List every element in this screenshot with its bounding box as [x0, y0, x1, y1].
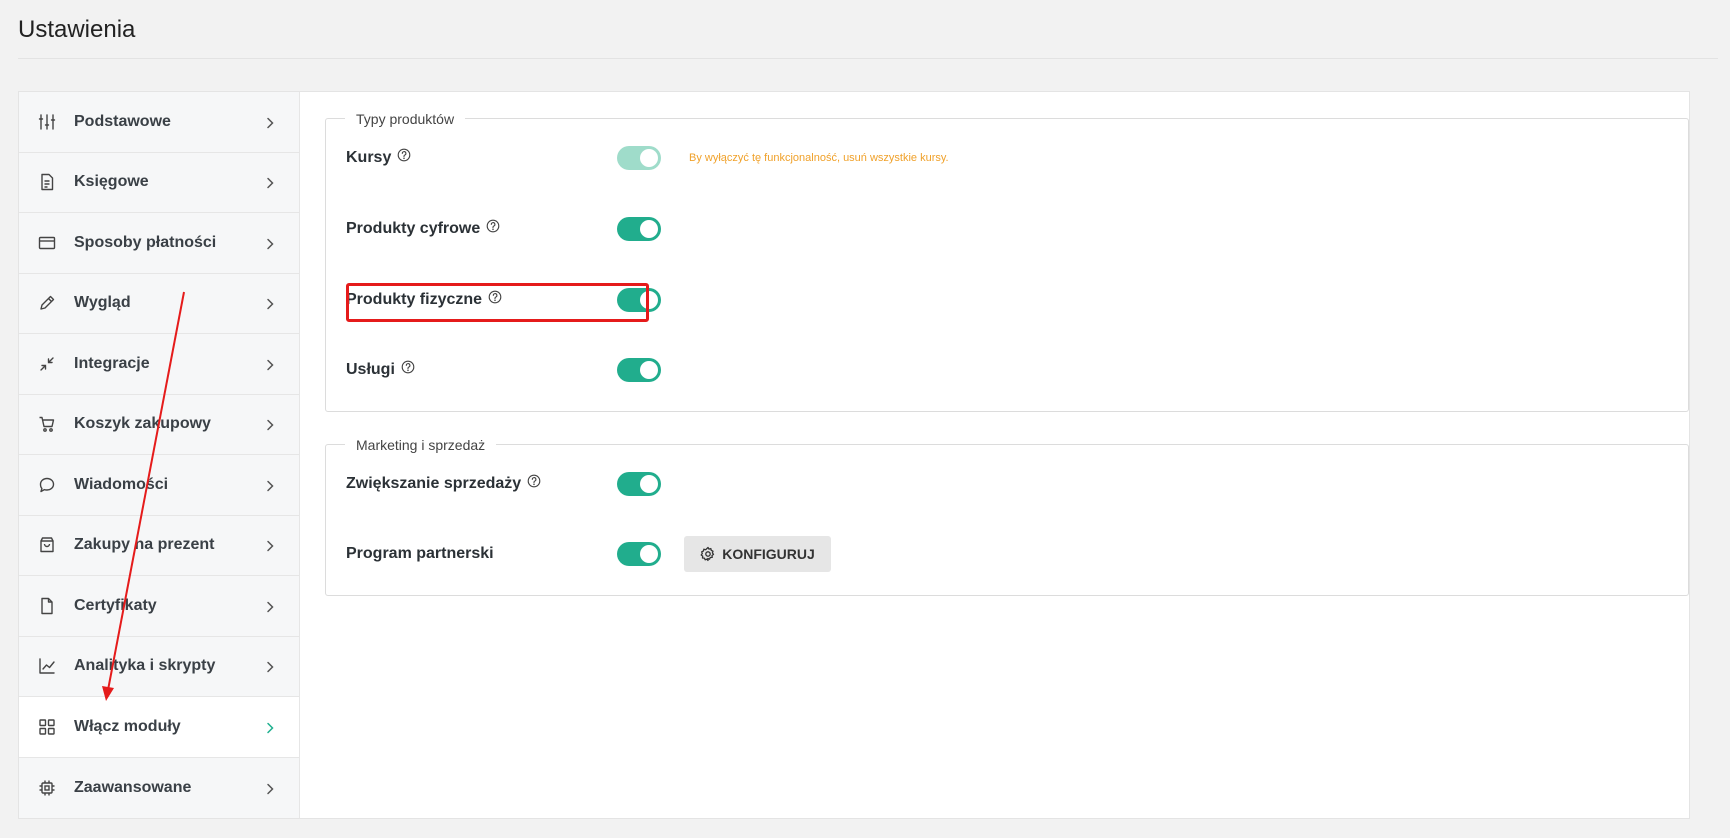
- configure-button-label: KONFIGURUJ: [722, 546, 815, 562]
- sidebar-item-wlacz-moduly[interactable]: Włącz moduły: [19, 697, 299, 758]
- section-legend: Marketing i sprzedaż: [345, 437, 497, 453]
- sidebar-item-analityka-i-skrypty[interactable]: Analityka i skrypty: [19, 636, 299, 697]
- settings-sidebar: Podstawowe Księgowe Sposoby płatności Wy…: [19, 92, 300, 818]
- sidebar-item-certyfikaty[interactable]: Certyfikaty: [19, 576, 299, 637]
- section-marketing: Marketing i sprzedaż Zwiększanie sprzeda…: [325, 437, 1689, 596]
- sidebar-item-zaawansowane[interactable]: Zaawansowane: [19, 757, 299, 818]
- toggle-kursy[interactable]: [617, 146, 661, 170]
- gear-icon: [700, 546, 715, 562]
- chevron-right-icon: [264, 116, 276, 128]
- chevron-right-icon: [264, 721, 276, 733]
- section-product-types: Typy produktów Kursy By wyłączyć tę funk…: [325, 111, 1689, 412]
- help-icon[interactable]: [391, 148, 411, 167]
- page-title: Ustawienia: [18, 16, 136, 43]
- line-chart-icon: [38, 657, 56, 675]
- help-icon[interactable]: [482, 290, 502, 309]
- help-icon[interactable]: [395, 360, 415, 379]
- toggle-uslugi[interactable]: [617, 358, 661, 382]
- sidebar-item-label: Podstawowe: [74, 112, 171, 130]
- setting-label: Kursy: [346, 149, 392, 166]
- sidebar-item-label: Integracje: [74, 354, 150, 372]
- toggle-knob: [640, 545, 658, 563]
- settings-panel: Podstawowe Księgowe Sposoby płatności Wy…: [18, 91, 1690, 819]
- toggle-zwiekszanie-sprzedazy[interactable]: [617, 472, 661, 496]
- chevron-right-icon: [264, 418, 276, 431]
- credit-card-icon: [38, 234, 56, 252]
- chevron-right-icon: [264, 237, 276, 249]
- toggle-knob: [640, 220, 658, 238]
- chevron-right-icon: [264, 600, 276, 612]
- setting-row-produkty-fizyczne: Produkty fizyczne: [346, 285, 1688, 315]
- help-icon[interactable]: [480, 219, 500, 238]
- setting-label: Program partnerski: [346, 545, 494, 562]
- setting-row-kursy: Kursy By wyłączyć tę funkcjonalność, usu…: [346, 143, 1688, 173]
- sidebar-item-wyglad[interactable]: Wygląd: [19, 273, 299, 334]
- sidebar-item-label: Wiadomości: [74, 475, 169, 493]
- chevron-right-icon: [264, 479, 276, 491]
- chat-bubble-icon: [38, 476, 56, 494]
- pencil-icon: [38, 294, 56, 312]
- chevron-right-icon: [264, 358, 276, 370]
- gift-bag-icon: [38, 536, 56, 554]
- chevron-right-icon: [264, 539, 276, 552]
- toggle-knob: [640, 149, 658, 167]
- chevron-right-icon: [264, 660, 276, 673]
- chevron-right-icon: [264, 297, 276, 310]
- sidebar-item-label: Włącz moduły: [74, 717, 181, 735]
- settings-content: Typy produktów Kursy By wyłączyć tę funk…: [300, 92, 1689, 818]
- sidebar-item-label: Sposoby płatności: [74, 233, 217, 251]
- configure-button[interactable]: KONFIGURUJ: [684, 536, 831, 572]
- collapse-arrows-icon: [38, 355, 56, 373]
- cpu-chip-icon: [38, 779, 56, 797]
- file-icon: [38, 597, 56, 615]
- title-divider: [18, 58, 1718, 59]
- sidebar-item-zakupy-na-prezent[interactable]: Zakupy na prezent: [19, 515, 299, 576]
- sidebar-item-label: Koszyk zakupowy: [74, 415, 211, 433]
- toggle-knob: [640, 291, 658, 309]
- chevron-right-icon: [264, 782, 276, 794]
- toggle-knob: [640, 475, 658, 493]
- sidebar-item-label: Zakupy na prezent: [74, 536, 215, 554]
- cart-icon: [38, 415, 56, 433]
- sidebar-item-sposoby-platnosci[interactable]: Sposoby płatności: [19, 213, 299, 274]
- sidebar-item-label: Analityka i skrypty: [74, 657, 216, 675]
- sidebar-item-podstawowe[interactable]: Podstawowe: [19, 92, 299, 153]
- sidebar-item-ksiegowe[interactable]: Księgowe: [19, 152, 299, 213]
- toggle-knob: [640, 361, 658, 379]
- setting-label: Produkty cyfrowe: [346, 220, 481, 237]
- sidebar-item-integracje[interactable]: Integracje: [19, 334, 299, 395]
- setting-label: Zwiększanie sprzedaży: [346, 475, 522, 492]
- setting-row-program-partnerski: Program partnerski KONFIGURUJ: [346, 536, 1688, 572]
- setting-row-uslugi: Usługi: [346, 355, 1688, 385]
- setting-row-zwiekszanie-sprzedazy: Zwiększanie sprzedaży: [346, 469, 1688, 499]
- help-icon[interactable]: [521, 474, 541, 493]
- sliders-icon: [38, 113, 56, 131]
- sidebar-item-label: Księgowe: [74, 173, 149, 191]
- sidebar-item-label: Certyfikaty: [74, 596, 157, 614]
- grid-icon: [38, 718, 56, 736]
- document-icon: [38, 173, 56, 191]
- disable-warning-note: By wyłączyć tę funkcjonalność, usuń wszy…: [689, 152, 949, 164]
- setting-label: Usługi: [346, 361, 395, 378]
- sidebar-item-label: Zaawansowane: [74, 778, 192, 796]
- sidebar-item-koszyk-zakupowy[interactable]: Koszyk zakupowy: [19, 394, 299, 455]
- section-legend: Typy produktów: [345, 111, 466, 127]
- toggle-program-partnerski[interactable]: [617, 542, 661, 566]
- setting-row-produkty-cyfrowe: Produkty cyfrowe: [346, 214, 1688, 244]
- chevron-right-icon: [264, 176, 276, 189]
- toggle-produkty-cyfrowe[interactable]: [617, 217, 661, 241]
- setting-label: Produkty fizyczne: [346, 291, 483, 308]
- sidebar-item-wiadomosci[interactable]: Wiadomości: [19, 455, 299, 516]
- toggle-produkty-fizyczne[interactable]: [617, 288, 661, 312]
- sidebar-item-label: Wygląd: [74, 294, 131, 312]
